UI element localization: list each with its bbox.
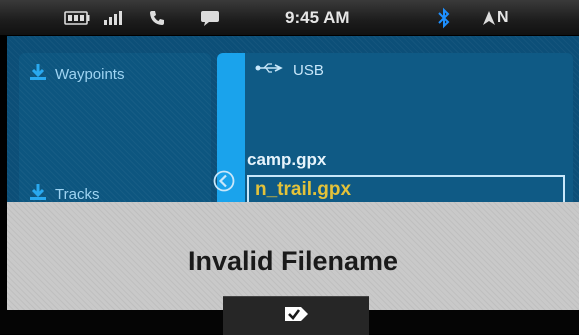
- file-browser: USB camp.gpx n_trail.gpx: [217, 53, 573, 203]
- bluetooth-icon: [438, 0, 450, 35]
- sidebar-item-waypoints[interactable]: Waypoints: [29, 63, 124, 86]
- sidebar: Waypoints Tracks: [19, 53, 211, 203]
- error-dialog: Invalid Filename: [7, 202, 579, 310]
- signal-icon: [104, 0, 128, 35]
- clock-time: 9:45 AM: [285, 7, 350, 27]
- confirm-button[interactable]: [223, 296, 369, 335]
- usb-header: USB: [255, 61, 324, 79]
- dialog-message: Invalid Filename: [187, 246, 399, 276]
- file-item-camp[interactable]: camp.gpx: [247, 150, 326, 170]
- file-item-label: n_trail.gpx: [255, 179, 352, 200]
- compass-arrow-icon: [482, 0, 496, 35]
- battery-icon: [64, 0, 90, 35]
- file-item-selected[interactable]: n_trail.gpx: [247, 175, 565, 203]
- usb-label: USB: [293, 61, 324, 79]
- sidebar-item-label: Waypoints: [55, 66, 125, 83]
- download-icon: [29, 63, 47, 86]
- sidebar-item-label: Tracks: [55, 186, 100, 203]
- status-bar: 9:45 AM N: [0, 0, 579, 36]
- main-panel: Waypoints Tracks USB camp.gpx n_trail.gp…: [7, 36, 579, 203]
- message-icon: [200, 0, 220, 35]
- back-arrow-icon[interactable]: [213, 170, 235, 192]
- checkmark-tag-icon: [283, 305, 309, 328]
- phone-icon: [148, 0, 166, 35]
- compass-heading: N: [497, 8, 509, 26]
- usb-icon: [255, 61, 285, 79]
